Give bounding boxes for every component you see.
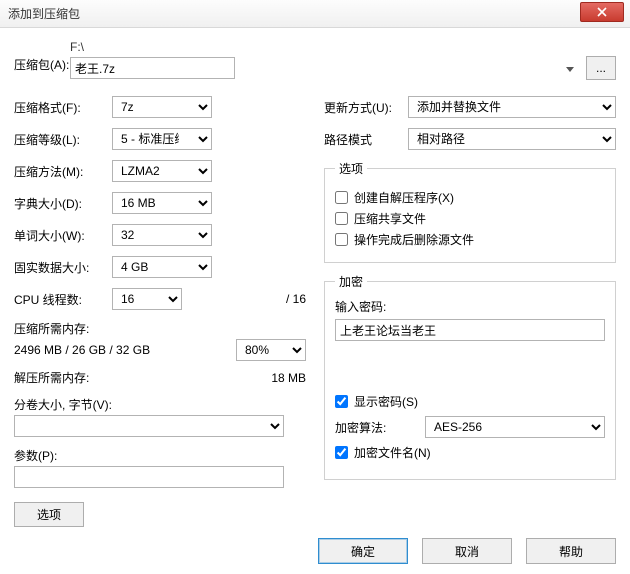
memd-label: 解压所需内存: [14, 369, 89, 386]
solid-select[interactable]: 4 GB [112, 256, 212, 278]
update-select[interactable]: 添加并替换文件 [408, 96, 616, 118]
algo-select[interactable]: AES-256 [425, 416, 605, 438]
options-legend: 选项 [335, 160, 367, 177]
method-label: 压缩方法(M): [14, 163, 112, 180]
cpu-label: CPU 线程数: [14, 291, 112, 308]
cpu-select[interactable]: 16 [112, 288, 182, 310]
pathmode-label: 路径模式 [324, 131, 408, 148]
options-button[interactable]: 选项 [14, 502, 84, 527]
word-label: 单词大小(W): [14, 227, 112, 244]
encrypt-legend: 加密 [335, 273, 367, 290]
memc-pct-select[interactable]: 80% [236, 339, 306, 361]
encrypt-group: 加密 输入密码: 显示密码(S) 加密算法: AES-256 加密文件名(N) [324, 273, 616, 480]
cpu-total: / 16 [286, 292, 306, 306]
memc-label: 压缩所需内存: [14, 320, 306, 337]
level-label: 压缩等级(L): [14, 131, 112, 148]
close-button[interactable] [580, 2, 624, 22]
format-select[interactable]: 7z [112, 96, 212, 118]
word-select[interactable]: 32 [112, 224, 212, 246]
delete-label: 操作完成后删除源文件 [354, 231, 474, 248]
encnames-checkbox[interactable] [335, 446, 348, 459]
options-group: 选项 创建自解压程序(X) 压缩共享文件 操作完成后删除源文件 [324, 160, 616, 263]
dict-select[interactable]: 16 MB [112, 192, 212, 214]
sfx-checkbox[interactable] [335, 191, 348, 204]
memd-value: 18 MB [271, 371, 306, 385]
update-label: 更新方式(U): [324, 99, 408, 116]
params-label: 参数(P): [14, 447, 306, 464]
method-select[interactable]: LZMA2 [112, 160, 212, 182]
pathmode-select[interactable]: 相对路径 [408, 128, 616, 150]
password-label: 输入密码: [335, 298, 605, 315]
encnames-label: 加密文件名(N) [354, 444, 431, 461]
params-input[interactable] [14, 466, 284, 488]
split-size-select[interactable] [14, 415, 284, 437]
dict-label: 字典大小(D): [14, 195, 112, 212]
split-label: 分卷大小, 字节(V): [14, 396, 306, 413]
memc-detail: 2496 MB / 26 GB / 32 GB [14, 343, 150, 357]
dropdown-icon [566, 61, 574, 75]
archive-drive: F:\ [70, 40, 616, 54]
ok-button[interactable]: 确定 [318, 538, 408, 564]
archive-name-input[interactable] [70, 57, 235, 79]
shared-checkbox[interactable] [335, 212, 348, 225]
showpw-label: 显示密码(S) [354, 393, 418, 410]
format-label: 压缩格式(F): [14, 99, 112, 116]
cancel-button[interactable]: 取消 [422, 538, 512, 564]
archive-label: 压缩包(A): [14, 40, 70, 73]
algo-label: 加密算法: [335, 419, 405, 436]
password-input[interactable] [335, 319, 605, 341]
delete-checkbox[interactable] [335, 233, 348, 246]
shared-label: 压缩共享文件 [354, 210, 426, 227]
showpw-checkbox[interactable] [335, 395, 348, 408]
level-select[interactable]: 5 - 标准压缩 [112, 128, 212, 150]
solid-label: 固实数据大小: [14, 259, 112, 276]
title-bar: 添加到压缩包 [0, 0, 630, 28]
sfx-label: 创建自解压程序(X) [354, 189, 454, 206]
help-button[interactable]: 帮助 [526, 538, 616, 564]
close-icon [597, 7, 607, 17]
window-title: 添加到压缩包 [8, 5, 80, 22]
browse-button[interactable]: ... [586, 56, 616, 80]
